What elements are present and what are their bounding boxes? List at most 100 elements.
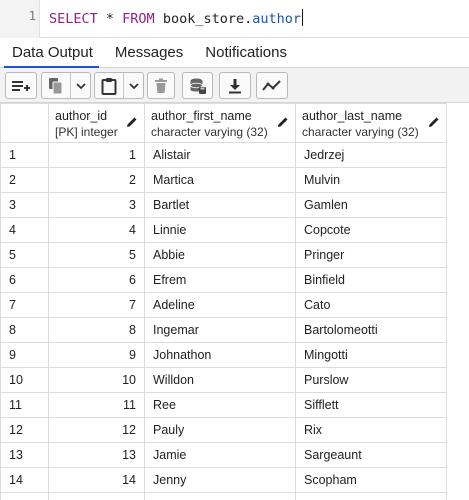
author-last-name-cell[interactable]: Rix — [295, 417, 447, 443]
author-id-cell[interactable]: 10 — [48, 367, 145, 393]
row-number-cell[interactable]: 2 — [0, 167, 49, 193]
author-id-cell[interactable]: 7 — [48, 292, 145, 318]
table-row[interactable]: 9 9 Johnathon Mingotti — [0, 342, 447, 368]
table-row[interactable]: 8 8 Ingemar Bartolomeotti — [0, 317, 447, 343]
tab-data-output[interactable]: Data Output — [0, 38, 103, 68]
author-first-name-cell[interactable]: Pauly — [144, 417, 296, 443]
column-type: character varying (32) — [151, 125, 268, 139]
row-number-cell[interactable]: 5 — [0, 242, 49, 268]
author-id-cell[interactable]: 5 — [48, 242, 145, 268]
author-first-name-cell[interactable]: Johnathon — [144, 342, 296, 368]
author-last-name-cell[interactable]: Mulvin — [295, 167, 447, 193]
table-row[interactable]: 11 11 Ree Sifflett — [0, 392, 447, 418]
save-data-button[interactable] — [182, 72, 213, 99]
author-first-name-cell[interactable]: Ree — [144, 392, 296, 418]
author-id-cell[interactable]: 6 — [48, 267, 145, 293]
sql-query-text[interactable]: SELECT * FROM book_store.author — [49, 9, 304, 27]
table-row[interactable] — [0, 492, 447, 500]
add-row-button[interactable] — [5, 72, 37, 99]
author-id-cell[interactable]: 11 — [48, 392, 145, 418]
table-row[interactable]: 2 2 Martica Mulvin — [0, 167, 447, 193]
copy-button[interactable] — [42, 73, 70, 98]
tab-notifications[interactable]: Notifications — [193, 38, 297, 67]
author-last-name-cell[interactable]: Copcote — [295, 217, 447, 243]
author-id-cell[interactable]: 13 — [48, 442, 145, 468]
author-first-name-cell[interactable]: Martica — [144, 167, 296, 193]
author-last-name-cell[interactable]: Jedrzej — [295, 142, 447, 168]
author-last-name-cell[interactable]: Pringer — [295, 242, 447, 268]
pencil-icon[interactable] — [428, 116, 440, 128]
author-first-name-cell[interactable]: Willdon — [144, 367, 296, 393]
row-number-cell[interactable]: 3 — [0, 192, 49, 218]
author-last-name-cell[interactable]: Sifflett — [295, 392, 447, 418]
author-id-cell[interactable]: 4 — [48, 217, 145, 243]
table-row[interactable]: 7 7 Adeline Cato — [0, 292, 447, 318]
author-id-cell[interactable]: 8 — [48, 317, 145, 343]
row-number-cell[interactable]: 9 — [0, 342, 49, 368]
author-id-cell[interactable]: 1 — [48, 142, 145, 168]
author-last-name-cell[interactable]: Purslow — [295, 367, 447, 393]
author-last-name-cell[interactable]: Scopham — [295, 467, 447, 493]
author-first-name-cell[interactable]: Ingemar — [144, 317, 296, 343]
table-row[interactable]: 13 13 Jamie Sargeaunt — [0, 442, 447, 468]
pencil-icon[interactable] — [126, 116, 138, 128]
download-button[interactable] — [219, 72, 251, 99]
select-all-corner[interactable] — [0, 103, 49, 143]
row-number-cell[interactable]: 11 — [0, 392, 49, 418]
author-first-name-cell[interactable]: Jenny — [144, 467, 296, 493]
column-header-author-first-name[interactable]: author_first_name character varying (32) — [144, 103, 296, 143]
author-first-name-cell[interactable]: Bartlet — [144, 192, 296, 218]
graph-visualiser-button[interactable] — [256, 72, 288, 99]
row-number-cell[interactable]: 10 — [0, 367, 49, 393]
tab-messages[interactable]: Messages — [103, 38, 193, 67]
row-number-cell[interactable]: 14 — [0, 467, 49, 493]
table-row[interactable]: 10 10 Willdon Purslow — [0, 367, 447, 393]
table-row[interactable]: 1 1 Alistair Jedrzej — [0, 142, 447, 168]
author-first-name-cell[interactable]: Jamie — [144, 442, 296, 468]
author-first-name-cell[interactable]: Efrem — [144, 267, 296, 293]
pencil-icon[interactable] — [277, 116, 289, 128]
column-header-author-id[interactable]: author_id [PK] integer — [48, 103, 145, 143]
paste-icon — [101, 77, 117, 95]
table-row[interactable]: 12 12 Pauly Rix — [0, 417, 447, 443]
table-row[interactable]: 5 5 Abbie Pringer — [0, 242, 447, 268]
row-number-cell[interactable]: 12 — [0, 417, 49, 443]
column-name: author_first_name — [151, 109, 252, 123]
query-editor[interactable]: 1 SELECT * FROM book_store.author — [0, 0, 469, 38]
row-number-cell[interactable]: 4 — [0, 217, 49, 243]
author-last-name-cell[interactable]: Bartolomeotti — [295, 317, 447, 343]
author-first-name-cell[interactable]: Abbie — [144, 242, 296, 268]
delete-button[interactable] — [147, 72, 175, 99]
empty-cell[interactable] — [0, 492, 49, 500]
row-number-cell[interactable]: 7 — [0, 292, 49, 318]
row-number-cell[interactable]: 8 — [0, 317, 49, 343]
author-id-cell[interactable]: 9 — [48, 342, 145, 368]
row-number-cell[interactable]: 13 — [0, 442, 49, 468]
table-row[interactable]: 4 4 Linnie Copcote — [0, 217, 447, 243]
empty-cell[interactable] — [144, 492, 296, 500]
author-id-cell[interactable]: 3 — [48, 192, 145, 218]
paste-options-dropdown[interactable] — [123, 73, 143, 98]
author-id-cell[interactable]: 12 — [48, 417, 145, 443]
author-first-name-cell[interactable]: Adeline — [144, 292, 296, 318]
author-last-name-cell[interactable]: Cato — [295, 292, 447, 318]
empty-cell[interactable] — [295, 492, 447, 500]
column-header-author-last-name[interactable]: author_last_name character varying (32) — [295, 103, 447, 143]
paste-button[interactable] — [95, 73, 123, 98]
table-row[interactable]: 3 3 Bartlet Gamlen — [0, 192, 447, 218]
row-number-cell[interactable]: 6 — [0, 267, 49, 293]
author-last-name-cell[interactable]: Gamlen — [295, 192, 447, 218]
author-id-cell[interactable]: 2 — [48, 167, 145, 193]
author-first-name-cell[interactable]: Alistair — [144, 142, 296, 168]
table-row[interactable]: 6 6 Efrem Binfield — [0, 267, 447, 293]
table-row[interactable]: 14 14 Jenny Scopham — [0, 467, 447, 493]
row-number-cell[interactable]: 1 — [0, 142, 49, 168]
author-last-name-cell[interactable]: Sargeaunt — [295, 442, 447, 468]
author-last-name-cell[interactable]: Mingotti — [295, 342, 447, 368]
empty-cell[interactable] — [48, 492, 145, 500]
copy-options-dropdown[interactable] — [70, 73, 90, 98]
sql-keyword-from: FROM — [122, 11, 155, 27]
author-last-name-cell[interactable]: Binfield — [295, 267, 447, 293]
author-id-cell[interactable]: 14 — [48, 467, 145, 493]
author-first-name-cell[interactable]: Linnie — [144, 217, 296, 243]
